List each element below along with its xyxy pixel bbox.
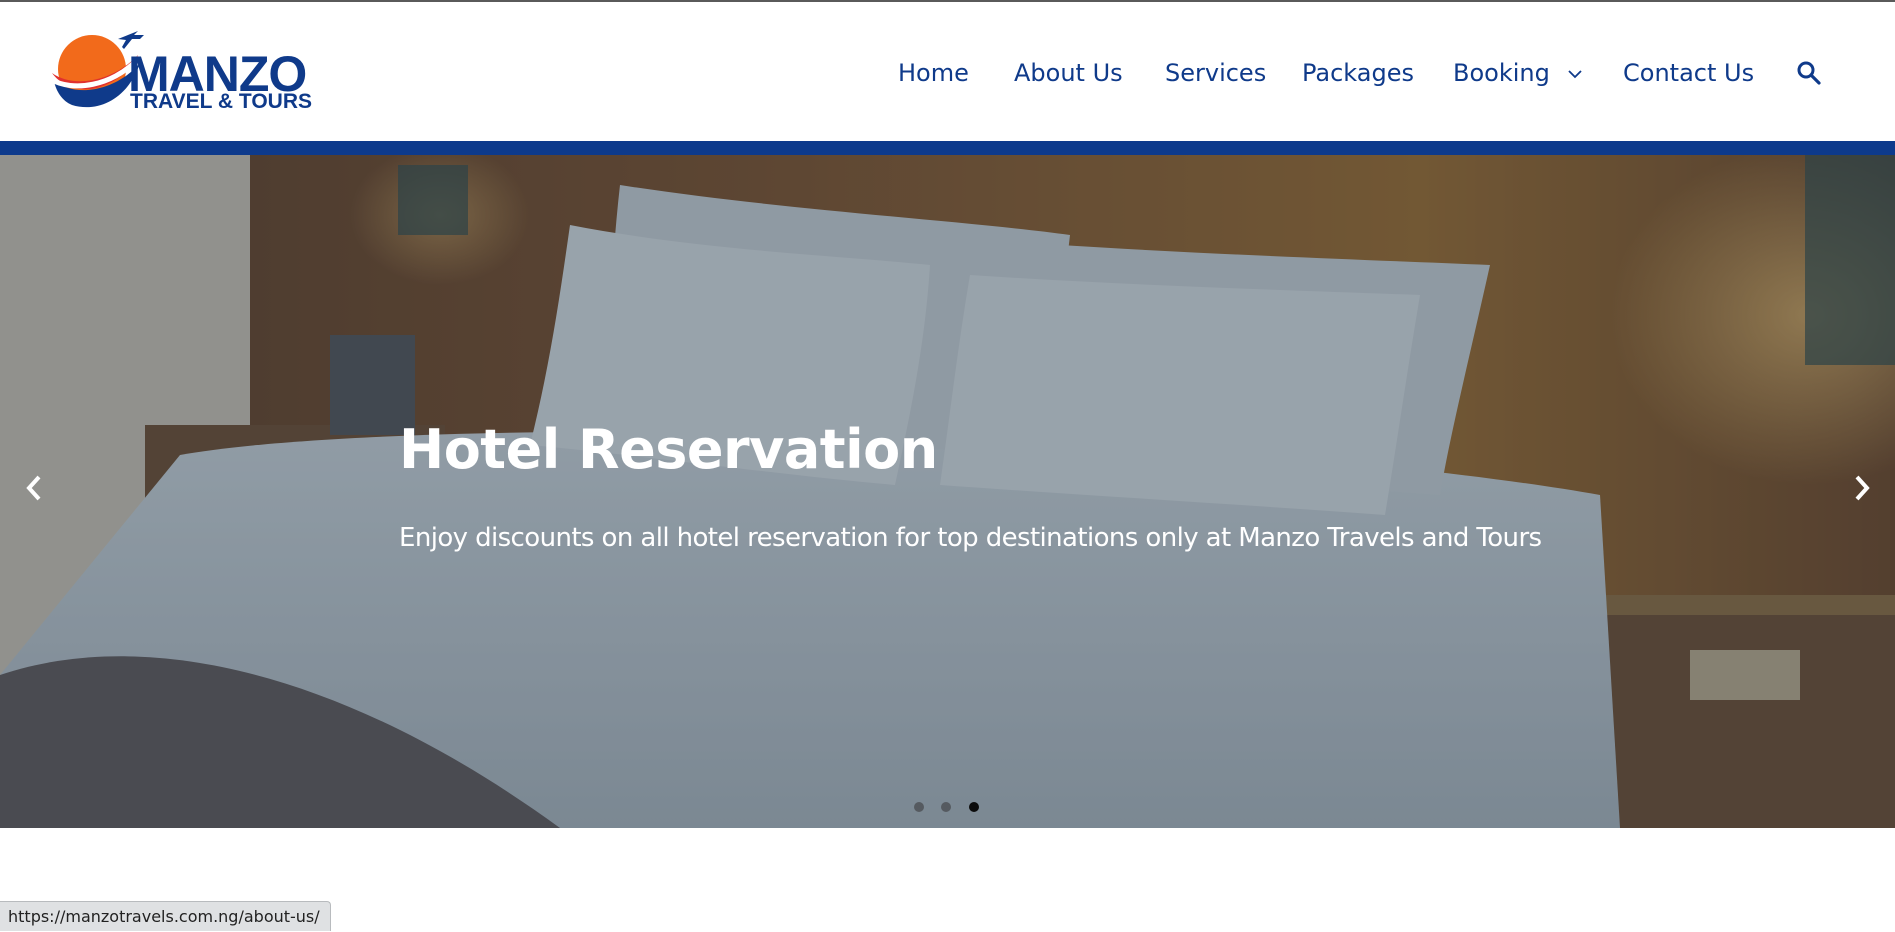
slider-dot[interactable] — [914, 802, 924, 812]
hero-title: Hotel Reservation — [399, 418, 938, 481]
slider-next-button[interactable] — [1842, 466, 1882, 510]
nav-item-label: Services — [1165, 59, 1267, 87]
slider-dot-active[interactable] — [969, 802, 979, 812]
browser-status-url: https://manzotravels.com.ng/about-us/ — [0, 901, 331, 931]
chevron-down-icon[interactable] — [1567, 69, 1583, 79]
nav-item-home[interactable]: Home — [898, 58, 969, 88]
hero-overlay — [0, 155, 1895, 828]
chevron-left-icon — [26, 475, 41, 501]
nav-item-contact-us[interactable]: Contact Us — [1623, 58, 1754, 88]
nav-item-about-us[interactable]: About Us — [1014, 58, 1123, 88]
nav-item-booking[interactable]: Booking — [1453, 58, 1583, 88]
nav-item-label: Home — [898, 59, 969, 87]
search-button[interactable] — [1796, 60, 1822, 93]
search-icon — [1797, 61, 1821, 85]
nav-item-label: Booking — [1453, 59, 1550, 87]
hero-slider: Hotel Reservation Enjoy discounts on all… — [0, 155, 1895, 828]
chevron-right-icon — [1855, 475, 1870, 501]
header-accent-bar — [0, 141, 1895, 155]
nav-item-services[interactable]: Services — [1165, 58, 1266, 88]
nav-item-label: Contact Us — [1623, 59, 1755, 87]
slider-dot[interactable] — [941, 802, 951, 812]
hero-subtitle: Enjoy discounts on all hotel reservation… — [399, 523, 1542, 553]
logo-tagline: TRAVEL & TOURS — [130, 90, 313, 113]
site-header: MANZO TRAVEL & TOURS Home About Us Servi… — [0, 2, 1895, 141]
brand-logo[interactable]: MANZO TRAVEL & TOURS — [48, 29, 318, 115]
nav-item-packages[interactable]: Packages — [1302, 58, 1414, 88]
nav-item-label: Packages — [1302, 59, 1414, 87]
slider-prev-button[interactable] — [14, 466, 54, 510]
nav-item-label: About Us — [1014, 59, 1123, 87]
